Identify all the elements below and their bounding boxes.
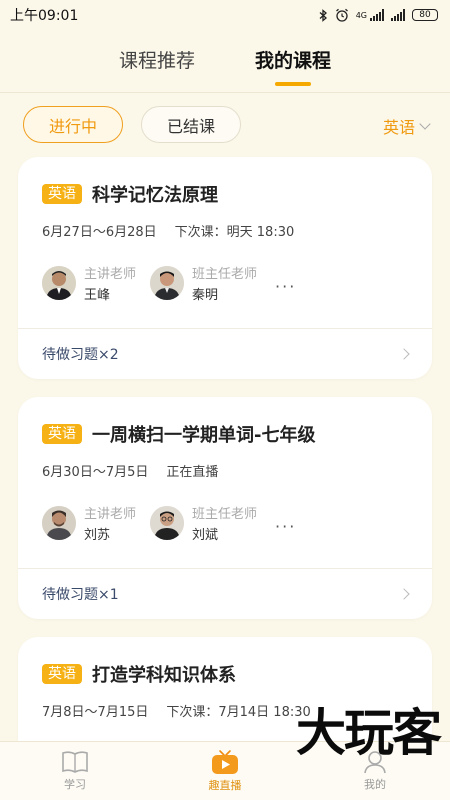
more-teachers-icon[interactable]: ··· xyxy=(275,517,296,536)
tab-my-courses[interactable]: 我的课程 xyxy=(255,40,331,90)
signal-icon-2 xyxy=(391,9,405,21)
book-icon xyxy=(62,751,88,773)
status-time: 上午09:01 xyxy=(10,8,79,24)
teacher-head[interactable]: 班主任老师 秦明 xyxy=(150,263,257,303)
course-title: 科学记忆法原理 xyxy=(92,185,218,206)
subject-dropdown[interactable]: 英语 xyxy=(382,114,431,138)
header-divider xyxy=(0,92,450,93)
chevron-right-icon xyxy=(398,348,410,360)
course-header: 英语 科学记忆法原理 xyxy=(42,181,218,207)
tab-course-recommend[interactable]: 课程推荐 xyxy=(119,40,195,90)
top-tabs: 课程推荐 我的课程 xyxy=(0,40,450,90)
course-title: 打造学科知识体系 xyxy=(92,665,236,686)
teacher-role: 主讲老师 xyxy=(84,267,137,282)
chevron-right-icon xyxy=(398,588,410,600)
course-card[interactable]: 英语 一周横扫一学期单词-七年级 6月30日～7月5日 正在直播 主讲老师 刘苏… xyxy=(18,397,432,619)
more-teachers-icon[interactable]: ··· xyxy=(275,277,296,296)
nav-study[interactable]: 学习 xyxy=(30,750,120,792)
teacher-list: 主讲老师 王峰 班主任老师 秦明 ··· xyxy=(42,263,296,303)
avatar xyxy=(150,506,185,540)
status-bar: 上午09:01 4G 80 xyxy=(0,0,450,30)
network-type: 4G xyxy=(355,10,367,20)
todo-exercises-label: 待做习题×1 xyxy=(42,587,119,603)
live-status: 正在直播 xyxy=(166,465,219,480)
nav-label: 我的 xyxy=(364,778,386,791)
course-dates: 6月27日～6月28日 xyxy=(42,225,157,240)
tv-play-icon xyxy=(212,750,238,774)
watermark-logo: 大玩客 xyxy=(296,704,442,762)
todo-exercises-row[interactable]: 待做习题×2 xyxy=(42,329,410,379)
teacher-role: 主讲老师 xyxy=(84,507,137,522)
course-schedule: 6月27日～6月28日 下次课：明天 18:30 xyxy=(42,221,294,240)
filter-row: 进行中 已结课 英语 xyxy=(23,106,433,144)
status-icons: 4G 80 xyxy=(319,8,438,22)
course-title: 一周横扫一学期单词-七年级 xyxy=(92,425,316,446)
battery-icon: 80 xyxy=(412,9,438,21)
todo-exercises-label: 待做习题×2 xyxy=(42,347,119,363)
nav-live[interactable]: 趣直播 xyxy=(180,749,270,793)
teacher-lecturer[interactable]: 主讲老师 王峰 xyxy=(42,263,136,303)
next-lesson: 下次课：明天 18:30 xyxy=(174,225,295,240)
todo-exercises-row[interactable]: 待做习题×1 xyxy=(42,569,410,619)
avatar xyxy=(42,266,76,300)
teacher-lecturer[interactable]: 主讲老师 刘苏 xyxy=(42,503,136,543)
filter-finished-button[interactable]: 已结课 xyxy=(141,106,241,143)
teacher-role: 班主任老师 xyxy=(192,507,258,522)
teacher-role: 班主任老师 xyxy=(192,267,258,282)
subject-tag: 英语 xyxy=(42,424,82,444)
teacher-head[interactable]: 班主任老师 刘斌 xyxy=(150,503,257,543)
subject-dropdown-label: 英语 xyxy=(382,118,415,137)
teacher-name: 王峰 xyxy=(84,288,111,303)
filter-in-progress-button[interactable]: 进行中 xyxy=(23,106,123,143)
course-dates: 6月30日～7月5日 xyxy=(42,465,149,480)
course-schedule: 6月30日～7月5日 正在直播 xyxy=(42,461,218,480)
subject-tag: 英语 xyxy=(42,664,82,684)
teacher-name: 刘斌 xyxy=(192,528,219,543)
chevron-down-icon xyxy=(419,118,431,130)
teacher-list: 主讲老师 刘苏 班主任老师 刘斌 ··· xyxy=(42,503,296,543)
course-header: 英语 一周横扫一学期单词-七年级 xyxy=(42,421,315,447)
next-lesson: 下次课：7月14日 18:30 xyxy=(166,705,311,720)
alarm-icon xyxy=(335,8,348,22)
battery-level: 80 xyxy=(419,9,431,20)
avatar xyxy=(42,506,76,540)
course-header: 英语 打造学科知识体系 xyxy=(42,661,236,687)
course-card[interactable]: 英语 科学记忆法原理 6月27日～6月28日 下次课：明天 18:30 主讲老师… xyxy=(18,157,432,379)
course-dates: 7月8日～7月15日 xyxy=(42,705,149,720)
course-schedule: 7月8日～7月15日 下次课：7月14日 18:30 xyxy=(42,701,311,720)
bluetooth-icon xyxy=(319,8,327,22)
nav-label: 趣直播 xyxy=(208,779,242,792)
subject-tag: 英语 xyxy=(42,184,82,204)
avatar xyxy=(150,266,185,300)
nav-label: 学习 xyxy=(64,778,86,791)
teacher-name: 秦明 xyxy=(192,288,219,303)
signal-icon xyxy=(370,9,384,21)
teacher-name: 刘苏 xyxy=(84,528,111,543)
